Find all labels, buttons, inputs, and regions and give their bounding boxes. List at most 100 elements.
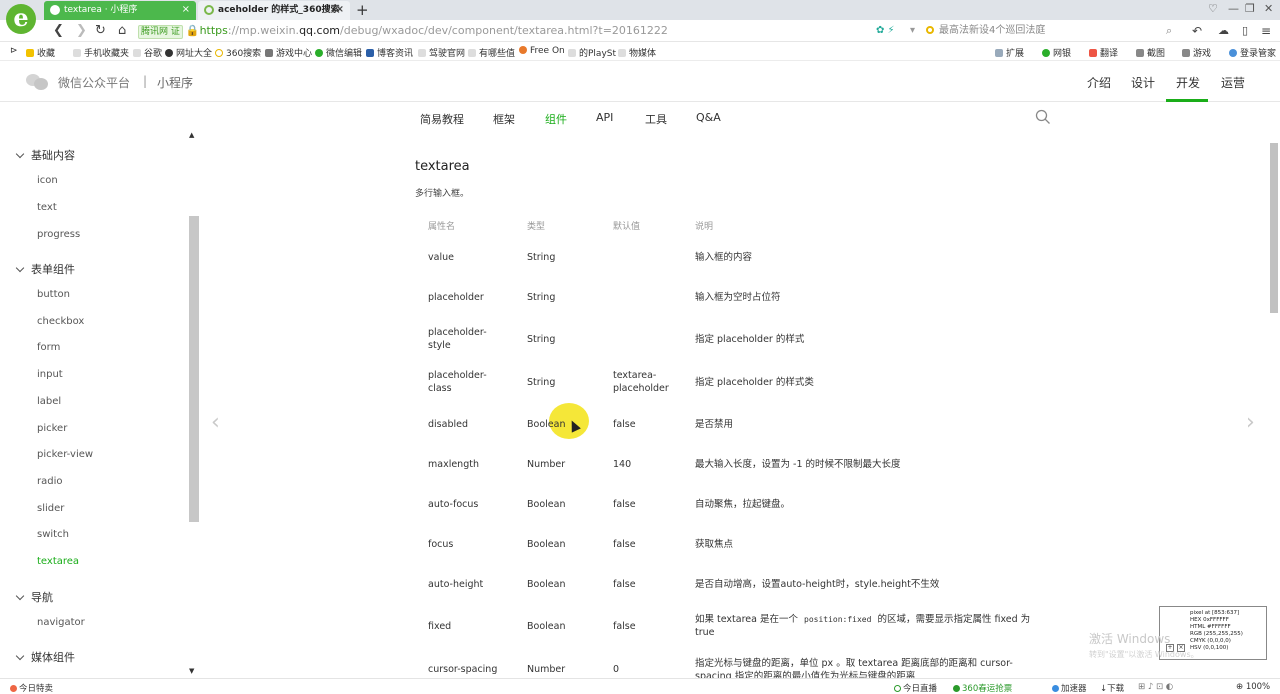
bookmark-item[interactable]: 网址大全 <box>165 46 212 59</box>
bookmark-item[interactable]: 手机收藏夹 <box>73 46 129 59</box>
sidebar-item-switch[interactable]: switch <box>37 529 69 540</box>
accelerate-icon[interactable]: ✿ ⚡ <box>876 22 895 40</box>
menu-icon[interactable]: ≡ <box>1261 22 1271 40</box>
tab-label: aceholder 的样式_360搜索 <box>218 5 340 15</box>
subnav-api[interactable]: API <box>596 111 613 124</box>
site-subtitle[interactable]: 小程序 <box>157 74 193 91</box>
sidebar-toggle-icon[interactable]: ▯ <box>1242 22 1248 40</box>
topnav-operate[interactable]: 运营 <box>1221 74 1245 91</box>
sidebar-item-input[interactable]: input <box>37 369 63 380</box>
search-icon[interactable]: ⌕ <box>1166 22 1172 40</box>
login-button[interactable]: 登录管家 <box>1229 46 1276 59</box>
bookmark-item[interactable]: 博客资讯 <box>366 46 413 59</box>
bookmark-item[interactable]: 游戏中心 <box>265 46 312 59</box>
status-sale[interactable]: 今日特卖 <box>10 682 53 694</box>
favorite-icon[interactable]: ♡ <box>1208 2 1218 15</box>
url-path: /debug/wxadoc/dev/component/textarea.htm… <box>340 24 668 37</box>
bookmark-item[interactable]: 物媒体 <box>618 46 656 59</box>
sidebar-item-form[interactable]: form <box>37 342 60 353</box>
sidebar-scroll-down-icon[interactable]: ▼ <box>189 667 194 675</box>
sidebar-scrollbar[interactable] <box>189 216 199 522</box>
status-live[interactable]: 今日直播 <box>894 682 937 694</box>
pixel-info-line: HTML #FFFFFF <box>1190 624 1231 630</box>
bookmark-item[interactable]: 的PlaySt <box>568 46 616 59</box>
sidebar-item-picker-view[interactable]: picker-view <box>37 449 93 460</box>
bookmark-item[interactable]: 收藏 <box>26 46 55 59</box>
site-icon <box>165 49 173 57</box>
extensions-button[interactable]: 扩展 <box>995 46 1024 59</box>
status-tickets[interactable]: 360春运抢票 <box>953 682 1012 694</box>
bookmark-item[interactable]: 360搜索 <box>215 46 261 59</box>
sidebar-item-icon[interactable]: icon <box>37 175 58 186</box>
tab-close-icon[interactable]: × <box>336 1 344 19</box>
bookmark-item[interactable]: 有哪些值 <box>468 46 515 59</box>
status-accelerator[interactable]: 加速器 <box>1052 682 1087 694</box>
search-icon[interactable] <box>1035 109 1051 125</box>
next-page-icon[interactable]: › <box>1246 410 1255 435</box>
ebank-button[interactable]: 网银 <box>1042 46 1071 59</box>
topnav-develop[interactable]: 开发 <box>1176 74 1200 91</box>
maximize-button[interactable]: ❐ <box>1245 2 1255 15</box>
page-icon <box>468 49 476 57</box>
dropdown-icon[interactable]: ▾ <box>910 22 915 40</box>
sidebar-item-text[interactable]: text <box>37 202 57 213</box>
topnav-intro[interactable]: 介绍 <box>1087 74 1111 91</box>
undo-icon[interactable]: ↶ <box>1192 22 1202 40</box>
sidebar-item-progress[interactable]: progress <box>37 229 80 240</box>
topnav-design[interactable]: 设计 <box>1131 74 1155 91</box>
sidebar-item-picker[interactable]: picker <box>37 423 67 434</box>
wechat-logo-icon[interactable] <box>26 72 48 90</box>
minimize-button[interactable]: — <box>1228 2 1239 15</box>
sidebar-item-textarea[interactable]: textarea <box>37 556 79 567</box>
windows-activation-hint: 转到"设置"以激活 Windows。 <box>1089 650 1199 659</box>
translate-button[interactable]: 翻译 <box>1089 46 1118 59</box>
inline-code: position:fixed <box>804 615 872 624</box>
bookmark-label: 的PlaySt <box>579 49 617 59</box>
sidebar-item-button[interactable]: button <box>37 289 70 300</box>
tab-search[interactable]: aceholder 的样式_360搜索 × <box>198 1 350 20</box>
subnav-tutorial[interactable]: 简易教程 <box>420 111 464 127</box>
sidebar-item-label[interactable]: label <box>37 396 61 407</box>
search-box[interactable]: 最高法新设4个巡回法庭 <box>926 24 1186 38</box>
forward-icon[interactable]: ❯ <box>76 22 87 40</box>
sidebar-category-form[interactable]: 表单组件 <box>15 261 75 277</box>
browser-logo-icon[interactable]: e <box>6 4 36 34</box>
bookmark-label: 谷歌 <box>144 49 163 59</box>
sidebar-item-radio[interactable]: radio <box>37 476 62 487</box>
sidebar-category-media[interactable]: 媒体组件 <box>15 649 75 665</box>
refresh-icon[interactable]: ↻ <box>95 22 106 40</box>
cloud-icon[interactable]: ☁ <box>1218 22 1229 40</box>
tab-close-icon[interactable]: × <box>182 1 190 19</box>
game-icon <box>1182 49 1190 57</box>
subnav-qa[interactable]: Q&A <box>696 111 721 124</box>
page-scrollbar[interactable] <box>1270 143 1278 313</box>
status-downloads[interactable]: ↓下载 <box>1100 682 1124 694</box>
site-name[interactable]: 微信公众平台 <box>58 74 130 91</box>
bookmarks-toggle-icon[interactable]: ⊳ <box>10 46 18 56</box>
close-window-button[interactable]: ✕ <box>1264 2 1273 15</box>
address-bar[interactable]: 腾讯网 证 🔒https://mp.weixin.qq.com/debug/wxa… <box>138 23 878 39</box>
tab-textarea[interactable]: textarea · 小程序 × <box>44 1 196 20</box>
bookmark-item[interactable]: 谷歌 <box>133 46 162 59</box>
sidebar-item-navigator[interactable]: navigator <box>37 617 85 628</box>
bookmark-item[interactable]: Free On <box>519 46 565 56</box>
subnav-tools[interactable]: 工具 <box>645 111 667 127</box>
status-icons[interactable]: ⊞ ♪ ⊡ ◐ <box>1138 682 1173 692</box>
prev-page-icon[interactable]: ‹ <box>211 410 220 435</box>
subnav-components[interactable]: 组件 <box>545 111 567 127</box>
bookmark-item[interactable]: 微信编辑 <box>315 46 362 59</box>
sidebar-scroll-up-icon[interactable]: ▲ <box>189 131 194 139</box>
sidebar-item-slider[interactable]: slider <box>37 503 64 514</box>
sidebar-item-checkbox[interactable]: checkbox <box>37 316 84 327</box>
games-button[interactable]: 游戏 <box>1182 46 1211 59</box>
new-tab-button[interactable]: + <box>356 1 369 19</box>
status-zoom[interactable]: ⊕ 100% <box>1236 682 1270 692</box>
sale-icon <box>10 685 17 692</box>
home-icon[interactable]: ⌂ <box>118 22 126 40</box>
screenshot-button[interactable]: 截图 <box>1136 46 1165 59</box>
sidebar-category-basic[interactable]: 基础内容 <box>15 147 75 163</box>
sidebar-category-nav[interactable]: 导航 <box>15 589 53 605</box>
subnav-framework[interactable]: 框架 <box>493 111 515 127</box>
back-icon[interactable]: ❮ <box>53 22 64 40</box>
bookmark-item[interactable]: 驾驶官网 <box>418 46 465 59</box>
